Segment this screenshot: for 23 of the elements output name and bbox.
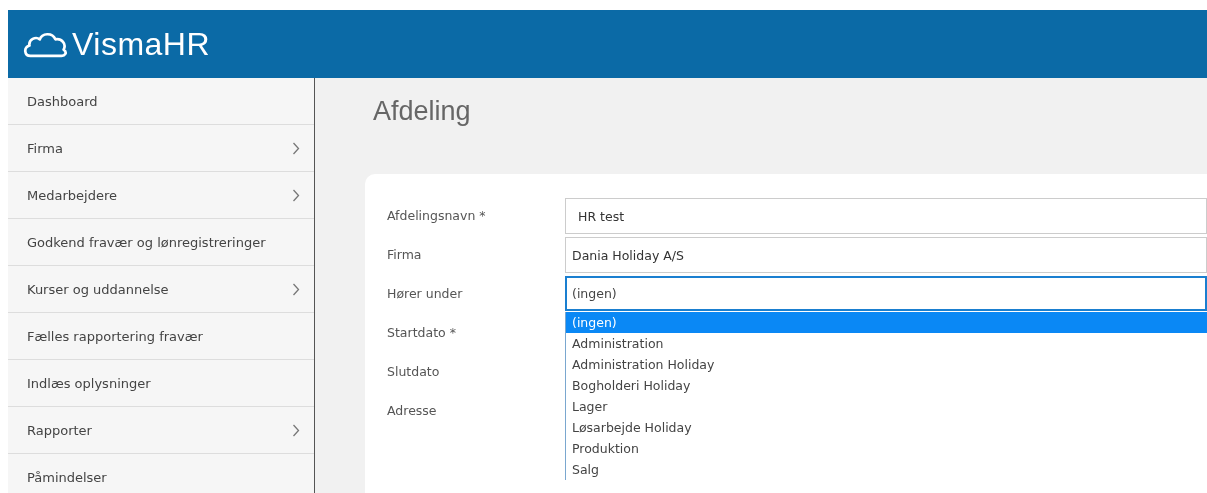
dropdown-option[interactable]: (ingen) (566, 312, 1207, 333)
app-logo: VismaHR (72, 25, 211, 63)
dropdown-option[interactable]: Administration Holiday (566, 354, 1207, 375)
dropdown-option[interactable]: Løsarbejde Holiday (566, 417, 1207, 438)
select-field[interactable]: (ingen) (565, 276, 1207, 311)
dropdown-option[interactable]: Lager (566, 396, 1207, 417)
field-label: Firma (387, 246, 423, 262)
field-label: Adresse (387, 402, 438, 418)
field-label: Slutdato (387, 363, 441, 379)
field-label: Startdato * (387, 324, 457, 340)
field-label: Afdelingsnavn * (387, 207, 487, 223)
dropdown-option[interactable]: Salg (566, 459, 1207, 480)
dropdown-option[interactable]: Produktion (566, 438, 1207, 459)
chevron-right-icon (292, 423, 300, 437)
readonly-field[interactable]: Dania Holiday A/S (565, 237, 1207, 273)
input-field[interactable]: HR test (565, 198, 1207, 234)
dropdown-option[interactable]: Administration (566, 333, 1207, 354)
chevron-right-icon (292, 188, 300, 202)
field-label: Hører under (387, 285, 464, 301)
chevron-right-icon (292, 141, 300, 155)
page-title: Afdeling (373, 96, 472, 128)
chevron-right-icon (292, 282, 300, 296)
dropdown-option[interactable]: Bogholderi Holiday (566, 375, 1207, 396)
